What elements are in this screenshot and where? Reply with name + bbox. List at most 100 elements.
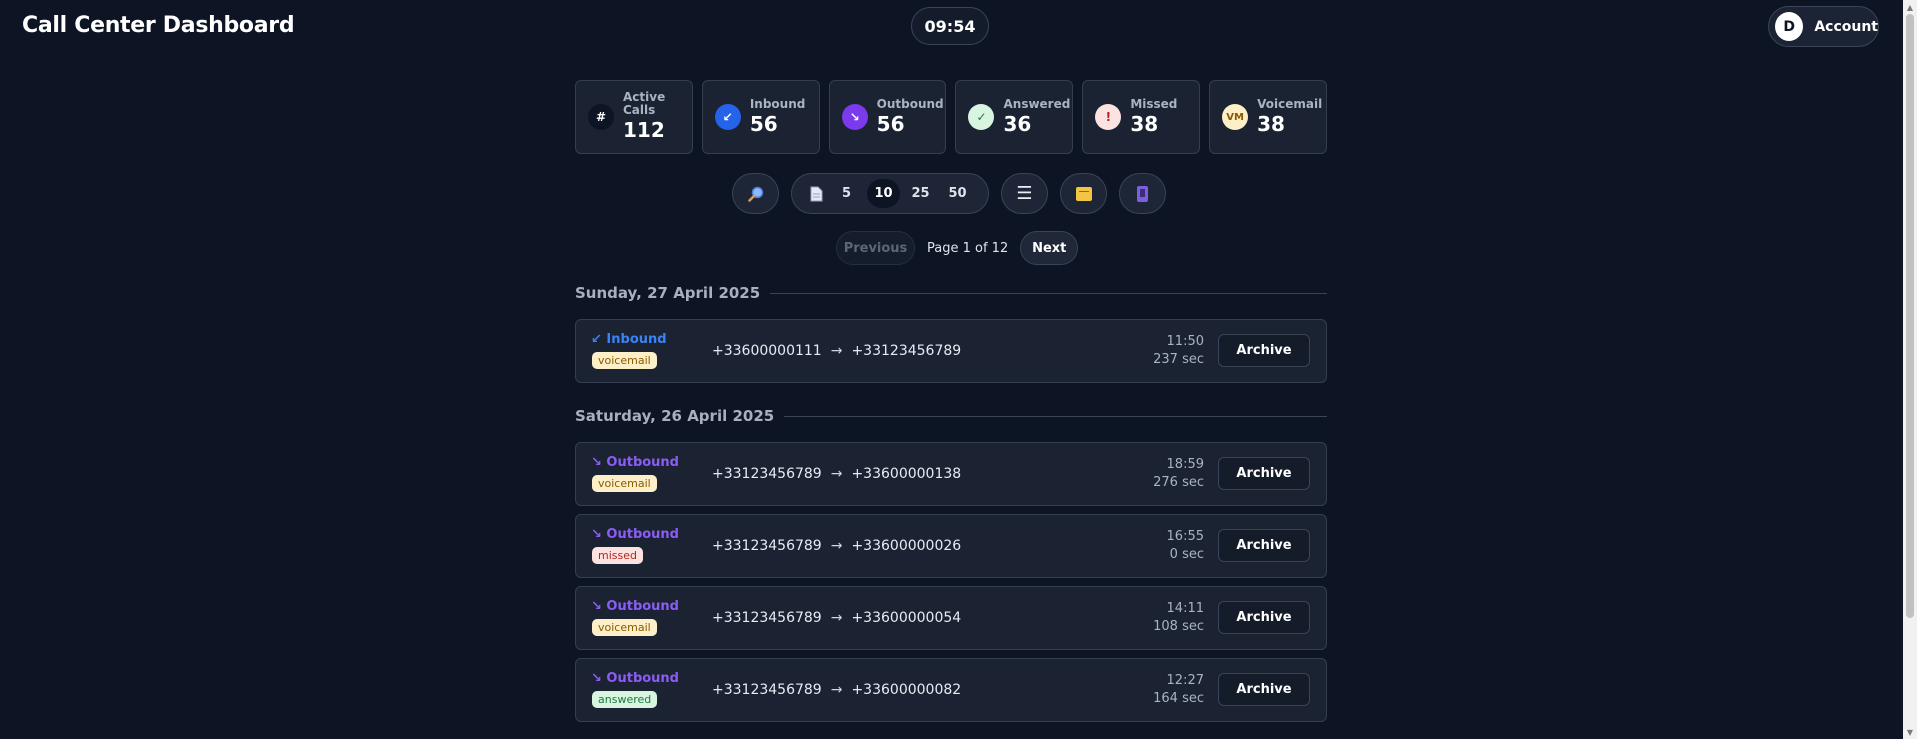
divider xyxy=(770,292,1327,294)
call-time: 14:11 xyxy=(1166,601,1204,616)
clock: 09:54 xyxy=(911,7,989,45)
call-route: +33123456789 → +33600000054 xyxy=(712,587,961,649)
account-button[interactable]: D Account xyxy=(1768,6,1879,47)
call-row: ↘ Outbound missed +33123456789 → +336000… xyxy=(575,514,1327,578)
call-meta: 16:55 0 sec xyxy=(1167,528,1204,564)
page-size-option-50[interactable]: 50 xyxy=(941,179,974,208)
call-direction: ↘ Outbound xyxy=(591,671,679,686)
inbound-arrow-icon: ↙ xyxy=(714,104,741,130)
stat-card-inbound: ↙ Inbound 56 xyxy=(701,80,820,154)
stat-card-answered: ✓ Answered 36 xyxy=(955,80,1074,154)
page-size-option-5[interactable]: 5 xyxy=(830,179,863,208)
archive-button[interactable]: Archive xyxy=(1218,529,1310,562)
date-header: Saturday, 26 April 2025 xyxy=(575,407,1327,425)
page-size-option-10[interactable]: 10 xyxy=(867,179,900,208)
stat-label: Inbound xyxy=(749,96,806,111)
toolbar: 5 10 25 50 ☰ xyxy=(732,173,1166,214)
next-page-button[interactable]: Next xyxy=(1020,231,1079,265)
call-route: +33123456789 → +33600000026 xyxy=(712,515,961,577)
call-direction: ↙ Inbound xyxy=(591,332,667,347)
account-label: Account xyxy=(1814,18,1878,35)
call-time: 12:27 xyxy=(1166,673,1204,688)
stats-bar: # Active Calls 112 ↙ Inbound 56 ↘ Outbou… xyxy=(575,80,1327,154)
caller-number: +33123456789 xyxy=(712,466,822,482)
stat-label: Voicemail xyxy=(1257,96,1323,111)
call-meta: 11:50 237 sec xyxy=(1153,333,1204,369)
route-arrow: → xyxy=(830,682,843,698)
route-arrow: → xyxy=(830,610,843,626)
call-duration: 0 sec xyxy=(1169,547,1204,562)
caller-number: +33123456789 xyxy=(712,538,822,554)
phone-button[interactable] xyxy=(1119,173,1166,214)
call-time: 16:55 xyxy=(1166,529,1204,544)
list-view-button[interactable]: ☰ xyxy=(1001,173,1048,214)
outbound-arrow-icon: ↘ xyxy=(841,104,868,130)
call-row: ↘ Outbound answered +33123456789 → +3360… xyxy=(575,658,1327,722)
route-arrow: → xyxy=(830,343,843,359)
previous-page-button[interactable]: Previous xyxy=(836,231,915,265)
pagination: Previous Page 1 of 12 Next xyxy=(836,231,1079,265)
divider xyxy=(784,415,1327,417)
scrollbar-thumb[interactable] xyxy=(1906,14,1914,618)
page-indicator: Page 1 of 12 xyxy=(927,240,1009,256)
archive-button[interactable]: Archive xyxy=(1218,673,1310,706)
callee-number: +33123456789 xyxy=(851,343,962,359)
status-badge: voicemail xyxy=(592,475,657,492)
archive-button[interactable]: Archive xyxy=(1218,457,1310,490)
phone-icon xyxy=(1137,185,1148,202)
call-meta: 12:27 164 sec xyxy=(1153,672,1204,708)
stat-label: Answered xyxy=(1003,96,1071,111)
menu-list-icon: ☰ xyxy=(1016,183,1033,204)
status-badge: missed xyxy=(592,547,643,564)
search-button[interactable] xyxy=(732,173,779,214)
note-icon xyxy=(1075,186,1092,201)
stat-label: Missed xyxy=(1130,96,1178,111)
call-direction: ↘ Outbound xyxy=(591,599,679,614)
callee-number: +33600000082 xyxy=(851,682,962,698)
call-row: ↙ Inbound voicemail +33600000111 → +3312… xyxy=(575,319,1327,383)
stat-card-outbound: ↘ Outbound 56 xyxy=(828,80,947,154)
status-badge: answered xyxy=(592,691,658,708)
call-duration: 276 sec xyxy=(1153,475,1204,490)
call-center-dashboard: Call Center Dashboard 09:54 D Account # … xyxy=(0,0,1917,739)
scrollbar[interactable]: ▲ ▼ xyxy=(1903,0,1917,739)
check-icon: ✓ xyxy=(968,104,995,130)
stat-label: Outbound xyxy=(876,96,944,111)
avatar: D xyxy=(1775,12,1804,41)
call-time: 11:50 xyxy=(1166,334,1204,349)
callee-number: +33600000026 xyxy=(851,538,962,554)
document-icon xyxy=(806,186,826,202)
route-arrow: → xyxy=(830,466,843,482)
stat-card-missed: ! Missed 38 xyxy=(1082,80,1201,154)
scroll-up-arrow-icon[interactable]: ▲ xyxy=(1903,0,1917,14)
archive-button[interactable]: Archive xyxy=(1218,334,1310,367)
route-arrow: → xyxy=(830,538,843,554)
caller-number: +33123456789 xyxy=(712,682,822,698)
call-time: 18:59 xyxy=(1166,457,1204,472)
stat-value: 56 xyxy=(876,111,905,136)
page-size-option-25[interactable]: 25 xyxy=(904,179,937,208)
notes-button[interactable] xyxy=(1060,173,1107,214)
caller-number: +33600000111 xyxy=(712,343,822,359)
call-meta: 18:59 276 sec xyxy=(1153,456,1204,492)
call-route: +33123456789 → +33600000082 xyxy=(712,659,961,721)
date-label: Sunday, 27 April 2025 xyxy=(575,284,761,302)
stat-value: 36 xyxy=(1003,111,1032,136)
call-row: ↘ Outbound voicemail +33123456789 → +336… xyxy=(575,442,1327,506)
call-direction: ↘ Outbound xyxy=(591,527,679,542)
stat-card-active-calls: # Active Calls 112 xyxy=(575,80,693,154)
stat-value: 112 xyxy=(623,118,665,142)
stat-value: 38 xyxy=(1257,111,1285,136)
stat-label: Active Calls xyxy=(623,90,666,117)
call-route: +33123456789 → +33600000138 xyxy=(712,443,961,505)
call-row: ↘ Outbound voicemail +33123456789 → +336… xyxy=(575,586,1327,650)
call-duration: 108 sec xyxy=(1153,619,1204,634)
date-label: Saturday, 26 April 2025 xyxy=(575,407,775,425)
archive-button[interactable]: Archive xyxy=(1218,601,1310,634)
page-title: Call Center Dashboard xyxy=(22,13,295,38)
status-badge: voicemail xyxy=(592,619,657,636)
stat-value: 38 xyxy=(1130,111,1159,136)
call-meta: 14:11 108 sec xyxy=(1153,600,1204,636)
scroll-down-arrow-icon[interactable]: ▼ xyxy=(1903,725,1917,739)
status-badge: voicemail xyxy=(592,352,657,369)
